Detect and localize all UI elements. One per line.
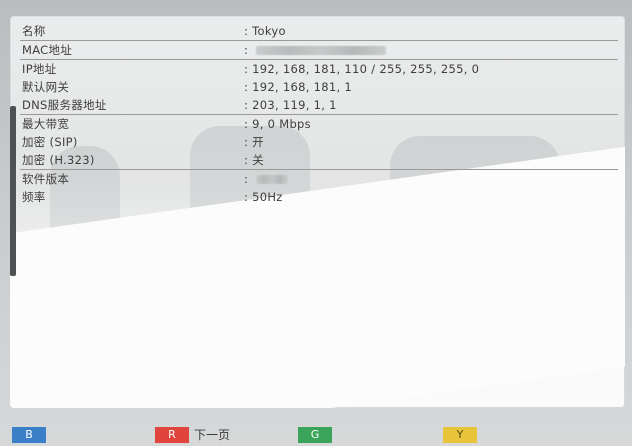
info-row-mac: MAC地址 :	[20, 41, 618, 60]
info-label: 最大带宽	[22, 117, 70, 131]
info-list: 名称 : Tokyo MAC地址 : IP地址 : 192, 168, 181,…	[20, 22, 618, 206]
info-row-gateway: 默认网关 : 192, 168, 181, 1	[20, 78, 618, 96]
remote-key-bar: B R 下一页 G Y	[0, 424, 632, 446]
info-label: DNS服务器地址	[22, 98, 107, 112]
info-label: 加密 (H.323)	[22, 153, 95, 167]
info-label: 加密 (SIP)	[22, 135, 78, 149]
red-key-button[interactable]: R	[155, 427, 189, 443]
info-row-dns: DNS服务器地址 : 203, 119, 1, 1	[20, 96, 618, 115]
info-row-frequency: 频率 : 50Hz	[20, 188, 618, 206]
yellow-key-button[interactable]: Y	[443, 427, 477, 443]
info-label: 软件版本	[22, 172, 70, 186]
redacted-value	[256, 46, 387, 55]
next-page-label: 下一页	[194, 428, 231, 442]
network-info-panel: 名称 : Tokyo MAC地址 : IP地址 : 192, 168, 181,…	[10, 16, 625, 408]
green-key-button[interactable]: G	[298, 427, 332, 443]
info-label: IP地址	[22, 62, 57, 76]
info-value: : 9, 0 Mbps	[244, 117, 311, 131]
blue-key-button[interactable]: B	[12, 427, 46, 443]
background-edge	[10, 106, 16, 276]
info-value: : 50Hz	[244, 190, 283, 204]
info-value: :	[244, 43, 387, 57]
info-row-name: 名称 : Tokyo	[20, 22, 618, 41]
info-value: : Tokyo	[244, 24, 286, 38]
info-row-encryption-sip: 加密 (SIP) : 开	[20, 133, 618, 151]
info-row-encryption-h323: 加密 (H.323) : 关	[20, 151, 618, 170]
info-value: : 关	[244, 153, 264, 167]
info-label: 默认网关	[22, 80, 70, 94]
info-label: 名称	[22, 24, 46, 38]
redacted-value	[256, 175, 289, 184]
info-row-ip: IP地址 : 192, 168, 181, 110 / 255, 255, 25…	[20, 60, 618, 78]
info-row-bandwidth: 最大带宽 : 9, 0 Mbps	[20, 115, 618, 133]
info-label: 频率	[22, 190, 46, 204]
info-label: MAC地址	[22, 43, 73, 57]
info-value: : 192, 168, 181, 1	[244, 80, 353, 94]
info-value: : 开	[244, 135, 264, 149]
info-value: : 203, 119, 1, 1	[244, 98, 337, 112]
info-value: : 192, 168, 181, 110 / 255, 255, 255, 0	[244, 62, 480, 76]
screen: 名称 : Tokyo MAC地址 : IP地址 : 192, 168, 181,…	[0, 0, 632, 446]
info-row-software-version: 软件版本 :	[20, 170, 618, 188]
info-value: :	[244, 172, 289, 186]
